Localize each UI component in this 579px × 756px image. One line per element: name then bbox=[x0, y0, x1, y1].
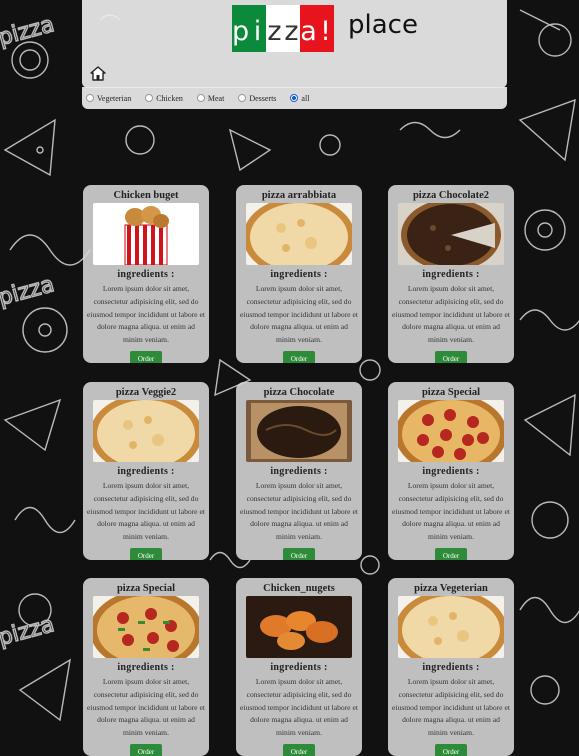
card-description: Lorem ipsum dolor sit amet, consectetur … bbox=[87, 481, 205, 542]
card-title: pizza Chocolate bbox=[263, 387, 335, 398]
order-button[interactable]: Order bbox=[282, 743, 316, 756]
logo-letter: z bbox=[266, 5, 283, 52]
cheese-pizza-image bbox=[93, 400, 199, 462]
ingredients-label: ingredients : bbox=[117, 662, 175, 673]
cheese-pizza-image bbox=[246, 203, 352, 265]
logo-letter: p bbox=[232, 5, 249, 52]
filter-radio[interactable] bbox=[238, 94, 247, 102]
menu-card: pizza Chocolate ingredients : Lorem ipsum … bbox=[236, 382, 362, 560]
card-description: Lorem ipsum dolor sit amet, consectetur … bbox=[240, 481, 358, 542]
order-button[interactable]: Order bbox=[434, 743, 468, 756]
menu-card: pizza Chocolate2 ingredients : Lorem ipsum… bbox=[388, 185, 514, 363]
ingredients-label: ingredients : bbox=[270, 269, 328, 280]
card-title: Chicken buget bbox=[113, 190, 179, 201]
card-description: Lorem ipsum dolor sit amet, consectetur … bbox=[87, 677, 205, 738]
card-title: pizza arrabbiata bbox=[261, 190, 337, 201]
filter-label: Vegeterian bbox=[97, 93, 132, 103]
logo-letter: ! bbox=[317, 5, 334, 52]
order-button[interactable]: Order bbox=[129, 350, 163, 363]
card-title: pizza Special bbox=[421, 387, 481, 398]
order-button[interactable]: Order bbox=[282, 547, 316, 560]
logo-tail: place bbox=[348, 10, 418, 40]
menu-card: pizza Special ingredients : Lorem ipsum do… bbox=[83, 578, 209, 756]
logo: p i z z a! bbox=[232, 5, 334, 52]
menu-card: pizza arrabbiata ingredients : Lorem ipsum… bbox=[236, 185, 362, 363]
supreme-pizza-image bbox=[93, 596, 199, 658]
filter-radio[interactable] bbox=[86, 94, 94, 102]
card-title: pizza Special bbox=[116, 583, 176, 594]
ingredients-label: ingredients : bbox=[422, 662, 480, 673]
menu-card: pizza Vegeterian ingredients : Lorem ipsum… bbox=[388, 578, 514, 756]
cheese-pizza-image bbox=[398, 596, 504, 658]
order-button[interactable]: Order bbox=[434, 547, 468, 560]
ingredients-label: ingredients : bbox=[422, 466, 480, 477]
ingredients-label: ingredients : bbox=[422, 269, 480, 280]
chocolate-pizza-slice-image bbox=[398, 203, 504, 265]
filter-radio[interactable] bbox=[196, 94, 205, 102]
filter-all[interactable]: all bbox=[290, 94, 309, 103]
logo-letter: z bbox=[283, 5, 300, 52]
ingredients-label: ingredients : bbox=[270, 466, 328, 477]
card-description: Lorem ipsum dolor sit amet, consectetur … bbox=[240, 284, 358, 345]
ingredients-label: ingredients : bbox=[117, 269, 175, 280]
filter-desserts[interactable]: Desserts bbox=[238, 94, 276, 103]
card-title: pizza Vegeterian bbox=[414, 583, 488, 594]
filter-label: Meat bbox=[207, 93, 225, 103]
pepperoni-pizza-image bbox=[398, 400, 504, 462]
category-filter: Vegeterian Chicken Meat Desserts all bbox=[82, 87, 507, 109]
order-button[interactable]: Order bbox=[129, 547, 163, 560]
menu-card: Chicken_nugets ingredients : Lorem ipsum d… bbox=[236, 578, 362, 756]
chicken-bucket-image bbox=[93, 203, 199, 265]
filter-chicken[interactable]: Chicken bbox=[145, 94, 183, 103]
card-description: Lorem ipsum dolor sit amet, consectetur … bbox=[392, 677, 510, 738]
filter-label: Chicken bbox=[156, 93, 183, 103]
filter-label: all bbox=[301, 93, 310, 103]
card-description: Lorem ipsum dolor sit amet, consectetur … bbox=[240, 677, 358, 738]
card-description: Lorem ipsum dolor sit amet, consectetur … bbox=[87, 284, 205, 345]
order-button[interactable]: Order bbox=[129, 743, 163, 756]
filter-meat[interactable]: Meat bbox=[196, 93, 225, 103]
order-button[interactable]: Order bbox=[282, 350, 316, 363]
filter-radio[interactable] bbox=[145, 94, 154, 102]
card-title: pizza Chocolate2 bbox=[412, 190, 490, 201]
order-button[interactable]: Order bbox=[434, 350, 468, 363]
menu-card: pizza Veggie2 ingredients : Lorem ipsum do… bbox=[83, 382, 209, 560]
logo-letter: a bbox=[300, 5, 317, 52]
header: p i z z a! place bbox=[82, 0, 507, 88]
filter-vegeterian[interactable]: Vegeterian bbox=[86, 94, 131, 103]
card-title: Chicken_nugets bbox=[263, 583, 335, 594]
ingredients-label: ingredients : bbox=[117, 466, 175, 477]
chocolate-pizza-box-image bbox=[246, 400, 352, 462]
filter-label: Desserts bbox=[249, 93, 277, 103]
logo-letter: i bbox=[249, 5, 266, 52]
card-title: pizza Veggie2 bbox=[115, 387, 177, 398]
home-icon[interactable] bbox=[90, 66, 106, 81]
card-description: Lorem ipsum dolor sit amet, consectetur … bbox=[392, 284, 510, 345]
ingredients-label: ingredients : bbox=[270, 662, 328, 673]
filter-radio[interactable] bbox=[290, 94, 299, 102]
card-description: Lorem ipsum dolor sit amet, consectetur … bbox=[392, 481, 510, 542]
chicken-nuggets-image bbox=[246, 596, 352, 658]
menu-card: pizza Special ingredients : Lorem ipsum do… bbox=[388, 382, 514, 560]
menu-card: Chicken buget ingredients : Lorem ipsum do… bbox=[83, 185, 209, 363]
